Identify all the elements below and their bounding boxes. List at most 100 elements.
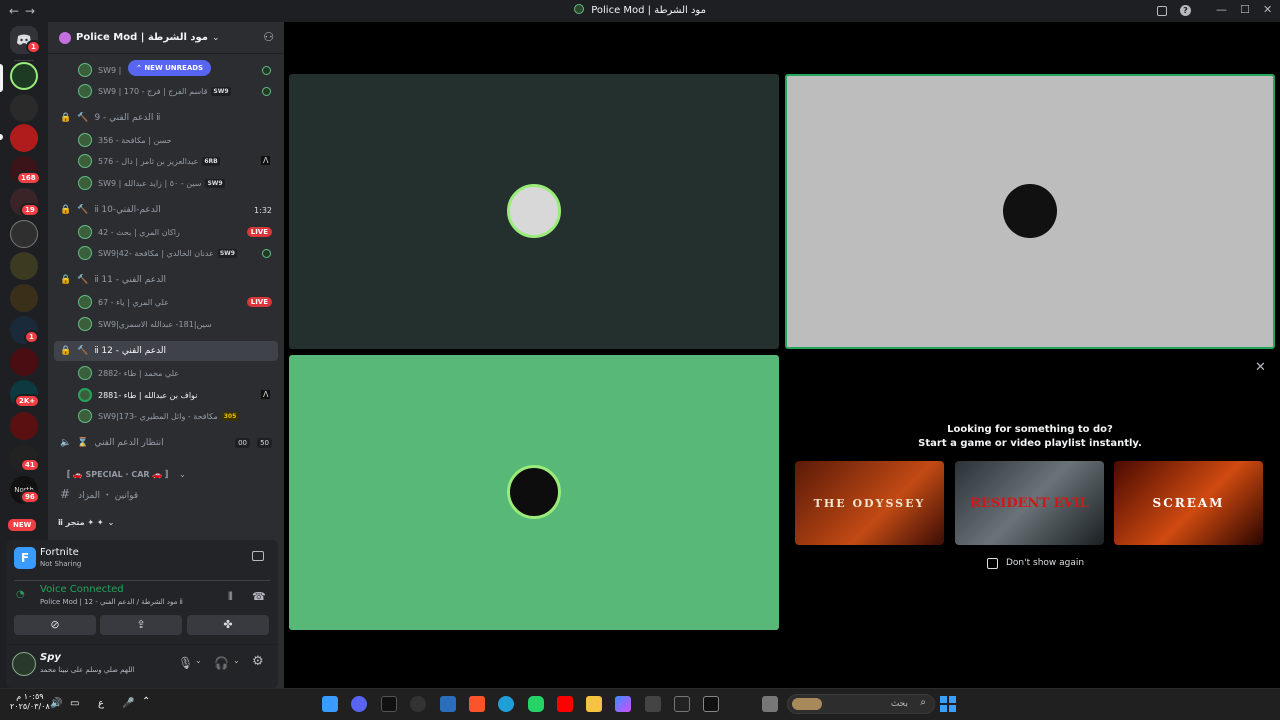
new-pill[interactable]: NEW: [6, 517, 39, 533]
voice-channel[interactable]: 🔒 🔨 ⅱ الدعم الفني - 11: [54, 270, 278, 290]
tiktok-taskbar-icon[interactable]: [381, 696, 397, 712]
participant-avatar: [507, 465, 561, 519]
camera-off-button[interactable]: ⊘: [14, 615, 96, 635]
capcut-taskbar-icon[interactable]: [703, 696, 719, 712]
server-icon-2[interactable]: [10, 94, 38, 122]
voice-channel[interactable]: 🔈 ⌛ انتظار الدعم الفني 00 50: [54, 433, 278, 453]
hash-icon: #: [60, 487, 71, 501]
share-screen-button[interactable]: ⇪: [100, 615, 182, 635]
voice-user[interactable]: 42 - راكان المري | بحث LIVE: [78, 222, 278, 242]
voice-user[interactable]: SW9|سين|181- عبدالله الاسمري: [78, 314, 278, 334]
chevron-down-icon[interactable]: ⌄: [195, 656, 202, 665]
participant-tile[interactable]: [289, 355, 779, 630]
server-icon-10[interactable]: [10, 348, 38, 376]
close-icon[interactable]: ✕: [1255, 360, 1266, 375]
activity-prompt-title: Looking for something to do?: [947, 424, 1113, 435]
lock-icon: 🔒: [60, 346, 72, 356]
speaker-icon: 🔈: [60, 438, 72, 448]
clock[interactable]: ١٠:٥٩ م ٢٠٢٥/٠٣/٠٨: [10, 692, 50, 712]
language-indicator[interactable]: ع: [98, 698, 104, 709]
fortnite-taskbar-icon[interactable]: [322, 696, 338, 712]
new-unreads-pill[interactable]: ⌃ NEW UNREADS: [128, 60, 212, 76]
voice-user[interactable]: SW9 | 170 - قاسم الفرج | فرج SW9: [78, 81, 278, 101]
headphones-icon[interactable]: 🎧: [214, 656, 229, 670]
voice-status: Voice Connected: [40, 584, 124, 595]
store-taskbar-icon[interactable]: [645, 696, 661, 712]
noise-suppression-icon[interactable]: ⦀: [228, 590, 233, 604]
server-badge: 41: [20, 458, 40, 472]
close-window-button[interactable]: ✕: [1263, 3, 1272, 16]
voice-user[interactable]: SW9|42- عدنان الخالدي | مكافحة SW9: [78, 243, 278, 263]
voice-user[interactable]: 2882- علي محمد | طاء: [78, 363, 278, 383]
server-police-mod[interactable]: [10, 62, 38, 90]
chevron-down-icon[interactable]: ⌄: [233, 656, 240, 665]
start-button[interactable]: [940, 696, 956, 712]
dont-show-label: Don't show again: [1006, 558, 1085, 568]
voice-user[interactable]: 67 - علي المري | ياء LIVE: [78, 292, 278, 312]
activity-subtitle: Not Sharing: [40, 560, 82, 568]
voice-location[interactable]: Police Mod | مود الشرطة / الدعم الفني - …: [40, 598, 183, 606]
gear-icon[interactable]: ⚙: [252, 654, 264, 669]
whatsapp-taskbar-icon[interactable]: [528, 696, 544, 712]
task-view-icon[interactable]: [762, 696, 778, 712]
forward-button[interactable]: →: [22, 4, 38, 18]
voice-channel[interactable]: 🔒 🔨 ⅱ الدعم-الفني-10 1:32: [54, 200, 278, 220]
inbox-icon[interactable]: [1157, 6, 1167, 16]
lock-icon: 🔒: [60, 205, 72, 215]
file-explorer-taskbar-icon[interactable]: [586, 696, 602, 712]
help-icon[interactable]: ?: [1180, 5, 1191, 16]
category-header[interactable]: 〚 🚗 SPECIAL · CAR 🚗 〛 ⌄: [54, 464, 278, 484]
voice-user[interactable]: SW9 | سين - ٥٠ | زايد عبدالله SW9: [78, 173, 278, 193]
guild-header[interactable]: Police Mod | مود الشرطة ⌄ ⚇: [48, 22, 284, 54]
back-button[interactable]: ←: [6, 4, 22, 18]
taskbar-search[interactable]: بحث ⌕: [787, 694, 935, 714]
voice-user[interactable]: 576 - عبدالعزيز بن ثامر | دال 6RB: [78, 151, 278, 171]
participant-tile-speaking[interactable]: [785, 74, 1275, 349]
server-icon-12[interactable]: [10, 412, 38, 440]
copilot-taskbar-icon[interactable]: [615, 696, 631, 712]
participant-avatar: [507, 184, 561, 238]
discord-taskbar-icon[interactable]: [351, 696, 367, 712]
maximize-button[interactable]: ☐: [1240, 3, 1250, 16]
brave-taskbar-icon[interactable]: [469, 696, 485, 712]
disconnect-icon[interactable]: ☎: [252, 590, 266, 603]
server-badge: 19: [20, 203, 40, 217]
server-icon-6[interactable]: [10, 220, 38, 248]
game-card-odyssey[interactable]: THE ODYSSEY: [795, 461, 944, 545]
microphone-icon[interactable]: 🎙: [178, 656, 193, 670]
server-badge: 96: [20, 490, 40, 504]
voice-user[interactable]: 356 - حسن | مكافحة: [78, 130, 278, 150]
server-icon-3[interactable]: [10, 124, 38, 152]
fortnite-icon: F: [14, 547, 36, 569]
tray-expand-icon[interactable]: ⌃: [142, 696, 150, 707]
voice-user-self[interactable]: 2881- نواف بن عبدالله | طاء: [78, 385, 278, 405]
edge-taskbar-icon[interactable]: [498, 696, 514, 712]
epic-games-taskbar-icon[interactable]: [674, 696, 690, 712]
add-member-icon[interactable]: ⚇: [263, 30, 274, 44]
server-icon-8[interactable]: [10, 284, 38, 312]
text-channel[interactable]: # قوانين ・ المزاد: [54, 484, 278, 504]
youtube-taskbar-icon[interactable]: [557, 696, 573, 712]
voice-user[interactable]: SW9|173- مكافحة - وائل المطيري 305: [78, 406, 278, 426]
voice-channel[interactable]: 🔒 🔨 الدعم الفني - 9 ⅱ: [54, 108, 278, 128]
mic-tray-icon[interactable]: 🎤: [122, 698, 134, 709]
game-card-resident-evil[interactable]: RESIDENT EVIL: [955, 461, 1104, 545]
windows-taskbar: [0, 688, 1280, 720]
volume-icon[interactable]: 🔊: [50, 698, 62, 709]
game-card-scream[interactable]: SCREAM: [1114, 461, 1263, 545]
server-icon-7[interactable]: [10, 252, 38, 280]
voice-channel-current[interactable]: 🔒 🔨 ⅱ الدعم الفني - 12: [54, 341, 278, 361]
participant-tile[interactable]: [289, 74, 779, 349]
lock-icon: 🔒: [60, 275, 72, 285]
activities-button[interactable]: ✤: [187, 615, 269, 635]
live-badge: LIVE: [246, 227, 272, 237]
screen-share-icon[interactable]: [252, 551, 264, 561]
app-taskbar-icon[interactable]: [440, 696, 456, 712]
app-taskbar-icon[interactable]: [410, 696, 426, 712]
category-header[interactable]: ⅱ متجر ✦ ✦ ⌄: [54, 512, 278, 532]
dont-show-checkbox[interactable]: [987, 558, 998, 569]
avatar[interactable]: [12, 652, 36, 676]
network-icon[interactable]: ▭: [70, 698, 79, 709]
selected-server-pill: [0, 64, 3, 92]
minimize-button[interactable]: —: [1216, 3, 1227, 16]
